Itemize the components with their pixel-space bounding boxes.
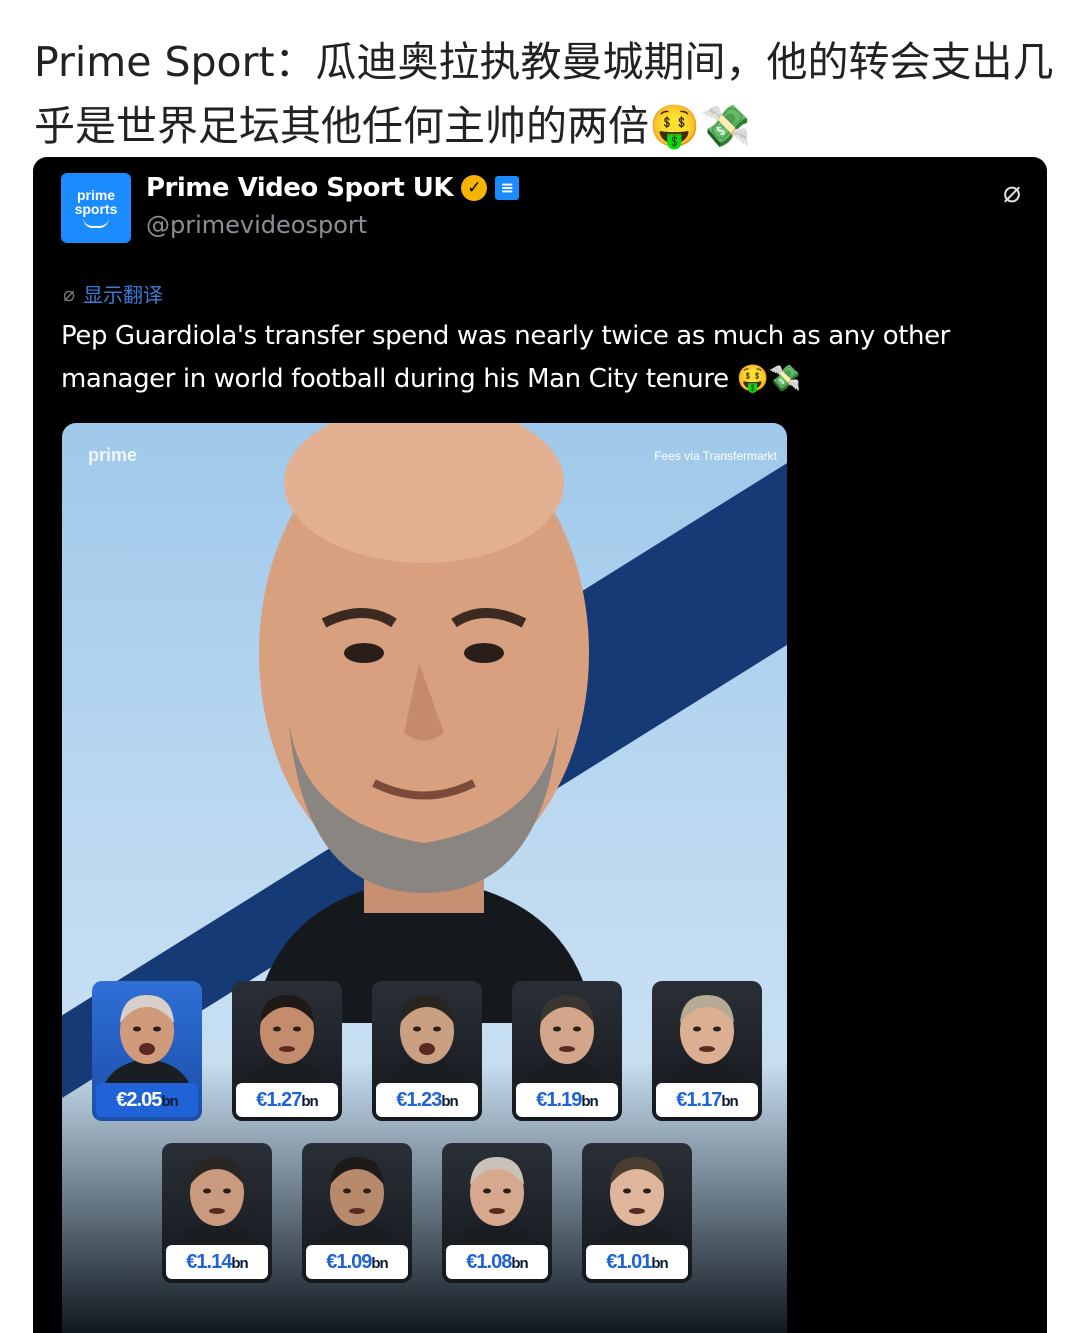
translate-label[interactable]: 显示翻译 (83, 279, 163, 308)
manager-card: €1.17bn (652, 981, 762, 1121)
tweet-image[interactable]: prime Fees via Transfermarkt €2.05bn €1.2… (62, 423, 787, 1333)
spend-amount: €1.27 (256, 1089, 302, 1111)
spend-amount: €1.01 (606, 1251, 652, 1273)
embedded-tweet[interactable]: prime sports Prime Video Sport UK ✓ ≡ @p… (33, 157, 1047, 1333)
transfer-spend-value: €1.19bn (516, 1083, 618, 1117)
manager-portrait (254, 423, 594, 1023)
manager-card: €1.09bn (302, 1143, 412, 1283)
transfer-spend-value: €1.23bn (376, 1083, 478, 1117)
manager-card: €1.23bn (372, 981, 482, 1121)
transfer-spend-value: €2.05bn (96, 1083, 198, 1117)
spend-unit: bn (651, 1255, 668, 1272)
tweet-text: Pep Guardiola's transfer spend was nearl… (61, 321, 950, 394)
translate-link[interactable]: ⌀ 显示翻译 (63, 279, 163, 308)
spend-amount: €1.23 (396, 1089, 442, 1111)
manager-headshot (172, 1157, 262, 1253)
grok-icon[interactable]: ⌀ (1003, 175, 1021, 210)
spend-unit: bn (371, 1255, 388, 1272)
source-credit: Fees via Transfermarkt (654, 449, 777, 463)
post-text: Prime Sport：瓜迪奥拉执教曼城期间，他的转会支出几乎是世界足坛其他任何… (34, 38, 1054, 150)
spend-amount: €1.09 (326, 1251, 372, 1273)
manager-card: €1.08bn (442, 1143, 552, 1283)
transfer-spend-value: €1.01bn (586, 1245, 688, 1279)
spend-amount: €1.08 (466, 1251, 512, 1273)
spend-amount: €1.14 (186, 1251, 232, 1273)
account-name[interactable]: Prime Video Sport UK (146, 173, 454, 203)
spend-amount: €1.19 (536, 1089, 582, 1111)
spend-unit: bn (441, 1093, 458, 1110)
manager-card: €1.19bn (512, 981, 622, 1121)
manager-headshot (662, 995, 752, 1091)
spend-unit: bn (581, 1093, 598, 1110)
transfer-spend-value: €1.08bn (446, 1245, 548, 1279)
avatar-line-2: sports (74, 201, 118, 217)
manager-headshot (382, 995, 472, 1091)
spend-amount: €2.05 (116, 1089, 162, 1111)
transfer-spend-value: €1.27bn (236, 1083, 338, 1117)
avatar-line-1: prime (76, 187, 116, 203)
manager-card: €2.05bn (92, 981, 202, 1121)
spend-unit: bn (231, 1255, 248, 1272)
account-handle[interactable]: @primevideosport (146, 211, 367, 239)
prime-smile-icon (83, 218, 109, 228)
spend-unit: bn (721, 1093, 738, 1110)
manager-headshot (592, 1157, 682, 1253)
manager-card: €1.14bn (162, 1143, 272, 1283)
spend-amount: €1.17 (676, 1089, 722, 1111)
account-name-row[interactable]: Prime Video Sport UK ✓ ≡ (146, 173, 520, 203)
manager-headshot (312, 1157, 402, 1253)
transfer-spend-value: €1.09bn (306, 1245, 408, 1279)
manager-card: €1.27bn (232, 981, 342, 1121)
affiliate-badge-icon: ≡ (495, 176, 520, 200)
prime-watermark: prime (88, 445, 138, 465)
transfer-spend-value: €1.14bn (166, 1245, 268, 1279)
spend-unit: bn (301, 1093, 318, 1110)
manager-headshot (102, 995, 192, 1091)
manager-headshot (522, 995, 612, 1091)
spend-unit: bn (161, 1093, 178, 1110)
verified-check-icon: ✓ (461, 175, 488, 201)
spend-unit: bn (511, 1255, 528, 1272)
manager-headshot (452, 1157, 542, 1253)
manager-headshot (242, 995, 332, 1091)
transfer-spend-value: €1.17bn (656, 1083, 758, 1117)
account-avatar[interactable]: prime sports (61, 173, 131, 243)
manager-card: €1.01bn (582, 1143, 692, 1283)
translate-icon: ⌀ (63, 281, 76, 306)
